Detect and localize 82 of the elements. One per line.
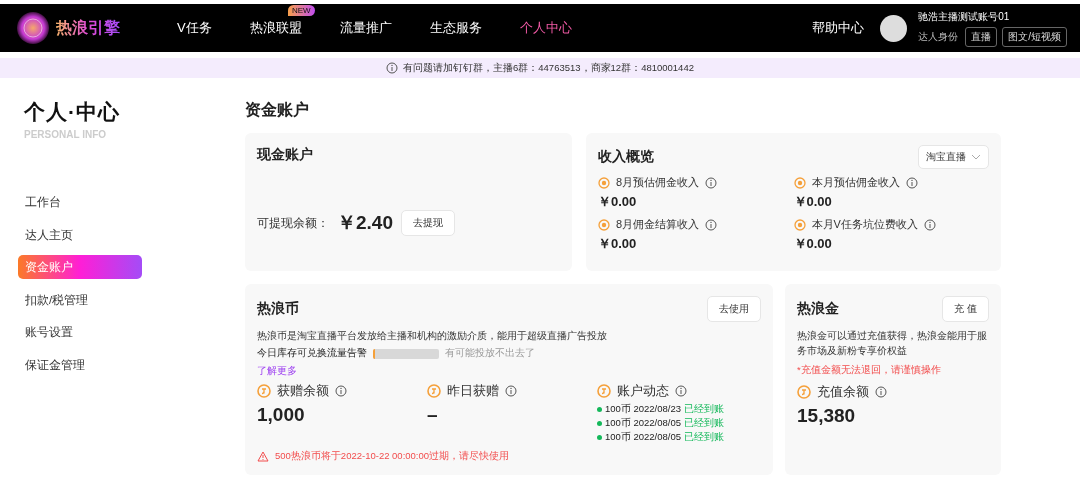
card-description: 热浪金可以通过充值获得，热浪金能用于服务市场及新粉专享价权益 [797,329,988,359]
info-icon [705,218,718,231]
chevron-down-icon [971,154,981,160]
info-icon [875,386,887,399]
stat-label: 获赠余额 [277,382,329,401]
stat-value: ￥0.00 [793,193,833,211]
info-icon [923,218,936,231]
activity-status: 已经到账 [684,417,725,431]
nav-tab[interactable]: 热浪联盟 [249,17,302,39]
info-icon [905,176,918,189]
notice-text: 有问题请加钉钉群，主播6群：44763513，商家12群：4810001442 [403,61,694,75]
logo-icon [16,11,50,45]
expiry-warning: 500热浪币将于2022-10-22 00:00:00过期，请尽快使用 [275,450,510,464]
stat-label: 充值余额 [817,383,869,402]
logo-text: 热浪引擎 [56,17,120,39]
stat-value: ￥0.00 [793,235,833,253]
sidebar-item[interactable]: 扣款/税管理 [18,287,142,312]
nav-tab[interactable]: V任务 [177,17,212,39]
coin-icon [427,384,441,399]
stat-label: 昨日获赠 [447,382,499,401]
sidebar-item[interactable]: 保证金管理 [18,352,142,377]
role-tag[interactable]: 图文/短视频 [1002,26,1067,47]
avatar[interactable] [880,14,908,42]
stat-label: 8月预估佣金收入 [616,175,700,190]
coin-icon [797,385,811,400]
stat-label: 本月预估佣金收入 [811,175,900,190]
activity-entry: 100币 2022/08/23 [605,403,682,417]
info-icon [675,385,687,398]
balance-amount: ￥2.40 [337,211,393,235]
target-icon [598,218,610,231]
learn-more-link[interactable]: 了解更多 [257,365,297,379]
role-label: 达人身份 [918,29,959,44]
info-icon [335,385,347,398]
stat-label: 8月佣金结算收入 [616,217,700,232]
user-name: 驰浩主播测试账号01 [918,9,1011,24]
card-description: 热浪币是淘宝直播平台发放给主播和机构的激励介质，能用于超级直播广告投放 [257,329,608,343]
stock-label: 今日库存可兑换流量告警 [257,347,367,361]
stat-value: 1,000 [257,404,305,427]
activity-status: 已经到账 [684,403,725,417]
role-tag[interactable]: 直播 [965,26,998,47]
sidebar-item[interactable]: 账号设置 [18,320,142,344]
stat-value: ￥0.00 [598,193,638,211]
activity-entry: 100币 2022/08/05 [605,431,682,445]
recharge-button[interactable]: 充 值 [942,296,989,322]
target-icon [598,176,610,189]
stat-value: ￥0.00 [598,235,638,253]
use-button[interactable]: 去使用 [707,296,761,322]
nav-tab[interactable]: 个人中心 [519,17,572,39]
stat-value: – [427,404,438,427]
coin-icon [597,384,611,399]
info-icon [386,62,398,74]
nav-tab[interactable]: 流量推广 [339,17,392,39]
status-dot [597,407,602,413]
card-title: 收入概览 [598,148,654,166]
stock-hint: 有可能投放不出去了 [445,347,535,361]
activity-status: 已经到账 [684,431,725,445]
page-title: 资金账户 [245,100,309,120]
stat-label: 账户动态 [617,382,669,401]
platform-dropdown[interactable]: 淘宝直播 [918,145,989,169]
stat-value: 15,380 [797,405,856,428]
info-icon [505,385,517,398]
status-dot [597,421,602,427]
sidebar-title: 个人·中心 [24,99,120,125]
recharge-note: *充值金额无法退回，请谨慎操作 [797,364,942,378]
info-icon [705,176,718,189]
target-icon [793,176,806,189]
help-link[interactable]: 帮助中心 [812,19,865,37]
card-title: 现金账户 [257,147,313,162]
withdraw-button[interactable]: 去提现 [401,210,455,236]
status-dot [597,435,602,441]
new-badge: NEW [288,5,315,16]
warning-icon [257,451,269,463]
activity-entry: 100币 2022/08/05 [605,417,682,431]
stat-label: 本月V任务坑位费收入 [811,217,918,232]
target-icon [793,218,806,231]
card-title: 热浪金 [797,300,839,318]
coin-icon [257,384,271,399]
nav-tab[interactable]: 生态服务 [429,17,482,39]
sidebar-item[interactable]: 达人主页 [18,222,142,247]
sidebar-item[interactable]: 工作台 [18,190,142,214]
card-title: 热浪币 [257,300,299,318]
balance-label: 可提现余额： [257,214,329,232]
